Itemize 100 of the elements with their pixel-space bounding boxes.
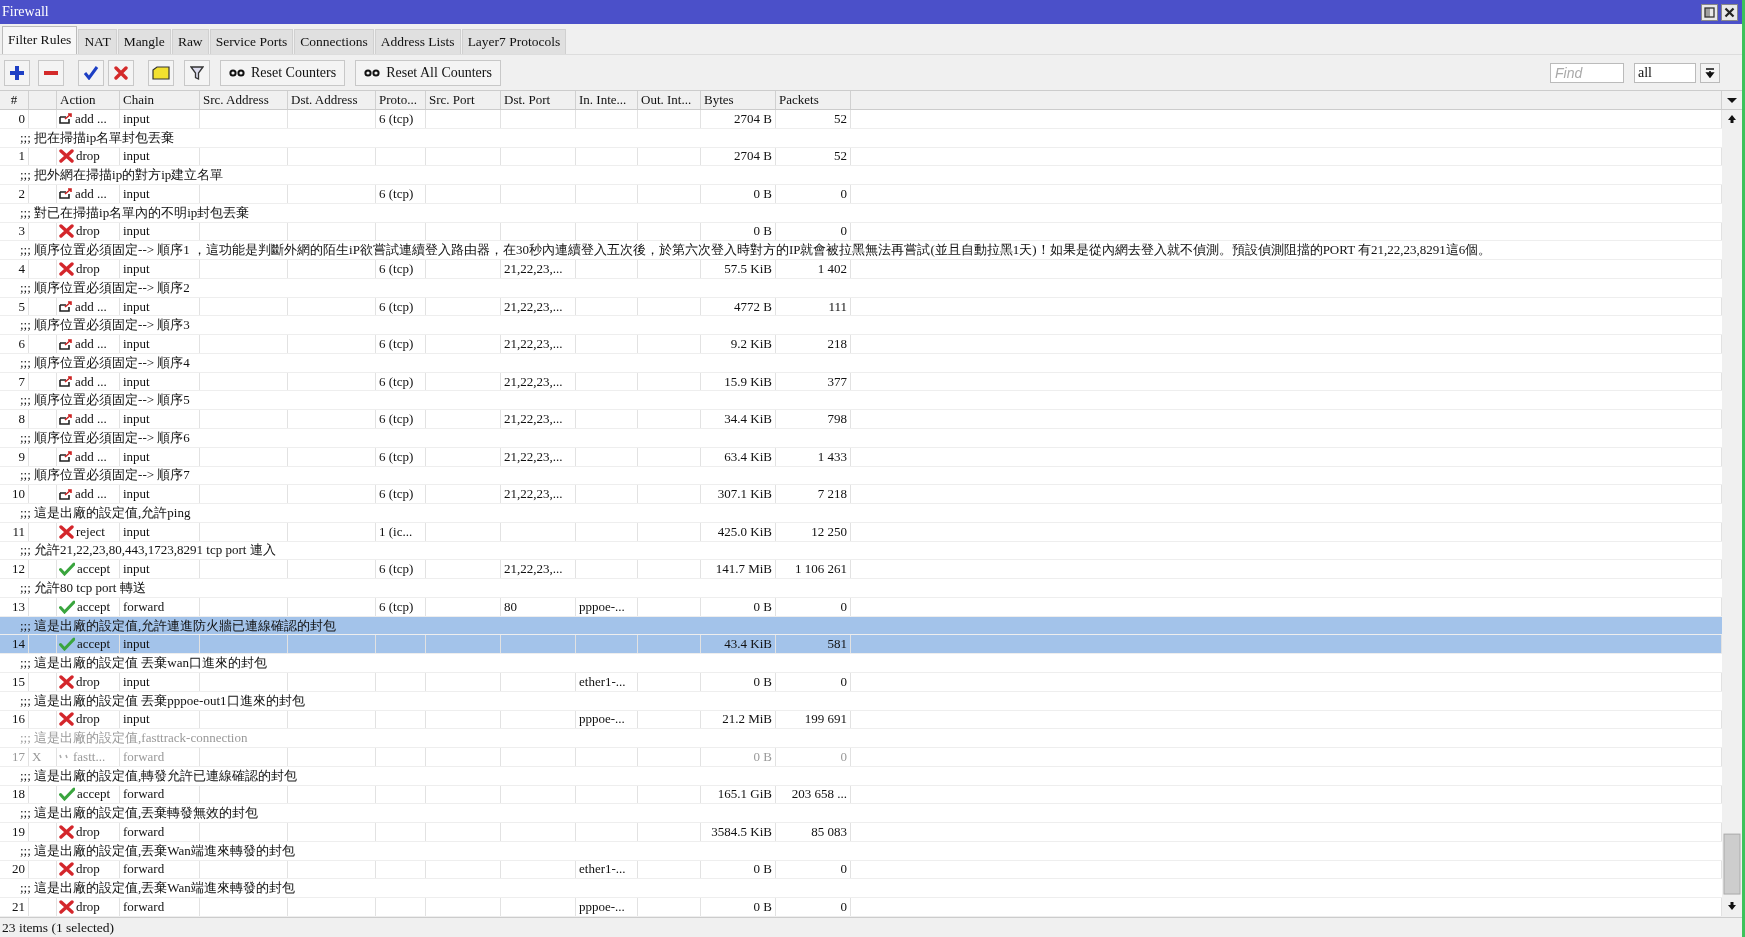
comment-text: ;;; 對已在掃描ip名單內的不明ip封包丟棄 (20, 203, 250, 222)
comment-row[interactable]: ;;; 順序位置必須固定--> 順序5 (0, 391, 1722, 411)
close-button[interactable] (1721, 3, 1738, 21)
table-cell: 17 (0, 748, 29, 766)
comment-row[interactable]: ;;; 這是出廠的設定值 丟棄wan口進來的封包 (0, 654, 1722, 673)
table-cell: 6 (tcp) (376, 372, 426, 391)
comment-text: ;;; 順序位置必須固定--> 順序2 (20, 278, 190, 297)
comment-row[interactable]: ;;; 這是出廠的設定值,允許ping (0, 504, 1722, 523)
table-cell: 377 (776, 372, 851, 391)
comment-text: ;;; 這是出廠的設定值,允許ping (20, 503, 191, 522)
tab[interactable]: Raw (171, 29, 209, 54)
table-row[interactable]: 6 add ... input 6 (tcp) 21,22,23,... 9.2 KiB 218 (0, 335, 1722, 354)
arrow-box-icon (59, 338, 73, 350)
arrow-box-icon (59, 188, 73, 200)
cross-icon (59, 224, 74, 239)
table-cell: input (120, 222, 200, 241)
table-row[interactable]: 8 add ... input 6 (tcp) 21,22,23,... 34.4 KiB 798 (0, 410, 1722, 429)
filter-select[interactable]: all (1634, 62, 1696, 83)
column-header[interactable]: Out. Int... (638, 91, 701, 109)
table-cell: 9.2 KiB (701, 335, 776, 353)
note-icon (152, 65, 170, 80)
table-cell: 3584.5 KiB (701, 823, 776, 841)
arrow-box-icon (59, 488, 73, 500)
column-header[interactable]: Action (57, 91, 120, 109)
comment-row[interactable]: ;;; 順序位置必須固定--> 順序1 ，這功能是判斷外網的陌生iP欲嘗試連續登入路由器，在30秒內連續登入五次後，於第六次登入時對方的IP就會被拉黑無法再嘗試(並且自動拉黑1天)！如果是從內網去登入就不偵測。預設偵測阻擋的PORT 有21,22,23,8291這6個。 (0, 241, 1722, 261)
comment-row[interactable]: ;;; 把外網在掃描ip的對方ip建立名單 (0, 166, 1722, 186)
table-cell: 19 (0, 823, 29, 841)
comment-row[interactable]: ;;; 順序位置必須固定--> 順序3 (0, 316, 1722, 336)
tab[interactable]: NAT (78, 29, 117, 54)
tab[interactable]: Filter Rules (2, 26, 78, 54)
column-header[interactable]: Chain (120, 91, 200, 109)
comment-text: ;;; 這是出廠的設定值,允許連進防火牆已連線確認的封包 (20, 616, 337, 635)
column-header[interactable]: Packets (776, 91, 851, 109)
table-cell: 15.9 KiB (701, 372, 776, 391)
filter-icon (190, 64, 204, 81)
column-header[interactable]: Src. Port (426, 91, 501, 109)
table-row[interactable]: 19 drop forward 3584.5 KiB 85 083 (0, 823, 1722, 842)
table-cell: 165.1 GiB (701, 785, 776, 804)
column-header[interactable]: Dst. Port (501, 91, 576, 109)
table-cell: 581 (776, 635, 851, 654)
filter-button[interactable] (184, 59, 210, 86)
table-cell: 6 (tcp) (376, 560, 426, 579)
table-cell: 15 (0, 672, 29, 691)
tab[interactable]: Address Lists (374, 29, 461, 54)
comment-text: ;;; 這是出廠的設定值 丟棄wan口進來的封包 (20, 654, 267, 673)
tab[interactable]: Mangle (117, 29, 171, 54)
add-button[interactable] (4, 59, 30, 86)
table-row[interactable]: 12 accept input 6 (tcp) 21,22,23,... 141.7 MiB 1 106 261 (0, 560, 1722, 580)
comment-button[interactable] (148, 59, 174, 86)
table-row[interactable]: 21 drop forward pppoe-... 0 B 0 (0, 898, 1722, 917)
comment-row[interactable]: ;;; 允許80 tcp port 轉送 (0, 579, 1722, 598)
find-field[interactable]: Find (1550, 62, 1624, 83)
column-header[interactable]: Src. Address (200, 91, 288, 109)
vertical-scrollbar[interactable] (1722, 110, 1742, 917)
sort-button[interactable] (1700, 62, 1720, 83)
arrow-box-icon (59, 451, 73, 463)
table-cell: forward (120, 597, 200, 616)
cross-icon (59, 824, 74, 839)
restore-button[interactable] (1701, 3, 1718, 21)
table-row[interactable]: 0 add ... input 6 (tcp) 2704 B 52 (0, 110, 1722, 129)
table-cell: forward (120, 748, 200, 766)
tab[interactable]: Layer7 Protocols (461, 29, 567, 54)
column-header[interactable]: In. Inte... (576, 91, 638, 109)
action-label: drop (76, 899, 100, 915)
comment-row[interactable]: ;;; 這是出廠的設定值,丟棄轉發無效的封包 (0, 804, 1722, 824)
table-cell: 11 (0, 522, 29, 541)
table-cell: 1 433 (776, 447, 851, 466)
action-label: drop (76, 673, 100, 690)
arrow-box-icon (59, 413, 73, 425)
checkmark-icon (59, 562, 75, 577)
table-row[interactable]: 10 add ... input 6 (tcp) 21,22,23,... 307.1 KiB 7 218 (0, 485, 1722, 505)
comment-text: ;;; 順序位置必須固定--> 順序3 (20, 316, 190, 335)
tab[interactable]: Service Ports (209, 29, 294, 54)
table-cell: 6 (tcp) (376, 410, 426, 428)
table-cell: 85 083 (776, 823, 851, 841)
table-cell: forward (120, 823, 200, 841)
table-cell: 0 (776, 185, 851, 203)
action-label: reject (76, 523, 105, 540)
column-header[interactable]: Proto... (376, 91, 426, 109)
column-header[interactable]: # (0, 91, 29, 109)
column-header[interactable]: Dst. Address (288, 91, 376, 109)
table-row[interactable]: 14 accept input 43.4 KiB 581 (0, 635, 1722, 655)
cross-icon (59, 712, 74, 727)
reset-button[interactable]: Reset Counters (220, 59, 346, 86)
reset-button[interactable]: Reset All Counters (355, 59, 501, 86)
tab[interactable]: Connections (294, 29, 374, 54)
table-cell: 80 (501, 597, 576, 616)
remove-button[interactable] (38, 59, 64, 86)
table-cell: 63.4 KiB (701, 447, 776, 466)
table-row[interactable]: 4 drop input 6 (tcp) 21,22,23,... 57.5 KiB 1 402 (0, 260, 1722, 279)
comment-row[interactable]: ;;; 這是出廠的設定值,丟棄Wan端進來轉發的封包 (0, 879, 1722, 899)
table-cell: 1 (0, 147, 29, 166)
action-label: accept (77, 598, 111, 615)
table-cell: 0 B (701, 898, 776, 916)
disable-button[interactable] (108, 59, 134, 86)
column-header[interactable]: Bytes (701, 91, 776, 109)
enable-button[interactable] (78, 59, 104, 86)
table-cell: input (120, 522, 200, 541)
table-row[interactable]: 2 add ... input 6 (tcp) 0 B 0 (0, 185, 1722, 204)
table-cell: 2 (0, 185, 29, 203)
